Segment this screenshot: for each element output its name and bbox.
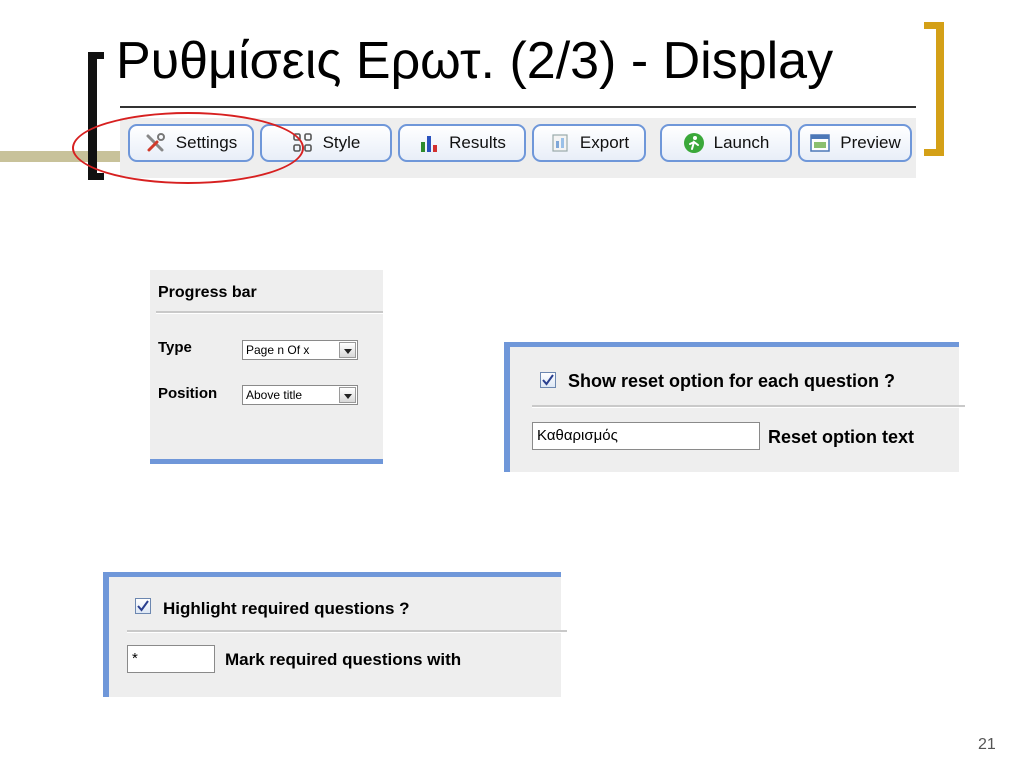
checkmark-icon <box>542 374 554 386</box>
type-select-value: Page n Of x <box>246 343 310 357</box>
panel-divider <box>156 311 383 314</box>
preview-icon <box>810 134 831 152</box>
slide-title: Ρυθμίσεις Ερωτ. (2/3) - Display <box>116 32 834 90</box>
position-label: Position <box>158 385 218 402</box>
chevron-down-icon[interactable] <box>339 342 356 358</box>
required-mark-label: Mark required questions with <box>225 650 462 669</box>
position-select-value: Above title <box>246 388 303 402</box>
launch-button-label: Launch <box>713 133 770 152</box>
settings-button-label: Settings <box>175 133 238 152</box>
required-questions-panel: Highlight required questions ? * Mark re… <box>103 572 567 697</box>
highlight-required-checkbox[interactable] <box>135 598 151 614</box>
settings-button[interactable]: Settings <box>128 124 254 162</box>
highlight-required-checkbox-label: Highlight required questions ? <box>163 599 410 618</box>
panel-divider <box>127 630 567 633</box>
reset-option-text-input[interactable]: Καθαρισμός <box>532 422 760 450</box>
preview-button-label: Preview <box>840 133 901 152</box>
reset-option-checkbox[interactable] <box>540 372 556 388</box>
tools-icon <box>146 133 165 152</box>
checkmark-icon <box>137 600 149 612</box>
launch-button[interactable]: Launch <box>660 124 792 162</box>
position-select[interactable]: Above title <box>242 385 358 405</box>
style-button-label: Style <box>322 133 361 152</box>
reset-option-panel: Show reset option for each question ? Κα… <box>504 342 965 472</box>
export-button-label: Export <box>579 133 630 152</box>
panel-divider <box>532 405 965 408</box>
reset-option-checkbox-label: Show reset option for each question ? <box>568 371 896 391</box>
progress-bar-heading: Progress bar <box>158 284 257 301</box>
left-bracket-decoration <box>88 52 104 180</box>
reset-option-text-label: Reset option text <box>768 427 915 447</box>
title-underline <box>120 106 916 108</box>
required-mark-value: * <box>132 650 138 667</box>
chevron-down-icon[interactable] <box>339 387 356 403</box>
export-icon <box>552 134 568 152</box>
page-number: 21 <box>978 736 996 753</box>
launch-icon <box>683 133 704 153</box>
preview-button[interactable]: Preview <box>798 124 912 162</box>
required-mark-input[interactable]: * <box>127 645 215 673</box>
style-button[interactable]: Style <box>260 124 392 162</box>
reset-option-text-value: Καθαρισμός <box>537 427 618 444</box>
export-button[interactable]: Export <box>532 124 646 162</box>
progress-bar-panel: Progress bar Type Page n Of x Position A… <box>150 270 383 464</box>
results-button[interactable]: Results <box>398 124 526 162</box>
right-bracket-decoration <box>924 22 944 156</box>
type-select[interactable]: Page n Of x <box>242 340 358 360</box>
bar-chart-icon <box>421 136 438 152</box>
grid-icon <box>292 133 312 152</box>
survey-toolbar: Settings Style Results Export Launch Pre… <box>120 118 916 178</box>
type-label: Type <box>158 339 192 356</box>
results-button-label: Results <box>449 133 506 152</box>
